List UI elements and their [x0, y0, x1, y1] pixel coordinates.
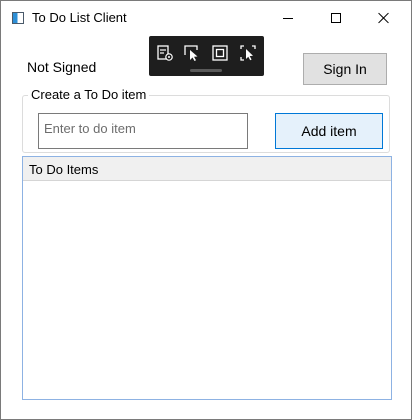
app-window: To Do List Client Not Signed Sign In Cre… [0, 0, 412, 420]
todo-item-input[interactable]: Enter to do item [38, 113, 248, 149]
maximize-icon [331, 13, 341, 23]
list-column-header[interactable]: To Do Items [23, 157, 391, 181]
sign-in-status: Not Signed [27, 59, 97, 75]
minimize-icon [283, 17, 293, 19]
select-element-button[interactable] [181, 42, 203, 64]
live-visual-tree-button[interactable] [154, 42, 176, 64]
add-item-button[interactable]: Add item [275, 113, 383, 149]
debug-toolbar [149, 36, 264, 76]
toolbar-grip[interactable] [190, 69, 222, 72]
display-adorners-icon [212, 45, 228, 61]
minimize-button[interactable] [265, 1, 311, 35]
close-button[interactable] [361, 1, 407, 35]
window-title: To Do List Client [32, 10, 127, 25]
live-visual-tree-icon [157, 45, 173, 61]
track-focus-icon [240, 45, 256, 61]
display-adorners-button[interactable] [209, 42, 231, 64]
sign-in-button[interactable]: Sign In [303, 53, 387, 85]
todo-items-list[interactable]: To Do Items [22, 156, 392, 400]
app-icon [12, 12, 24, 24]
close-icon [378, 12, 390, 24]
create-todo-group-label: Create a To Do item [28, 87, 150, 102]
select-element-icon [184, 45, 198, 61]
title-bar[interactable]: To Do List Client [1, 1, 411, 35]
maximize-button[interactable] [313, 1, 359, 35]
track-focus-button[interactable] [237, 42, 259, 64]
